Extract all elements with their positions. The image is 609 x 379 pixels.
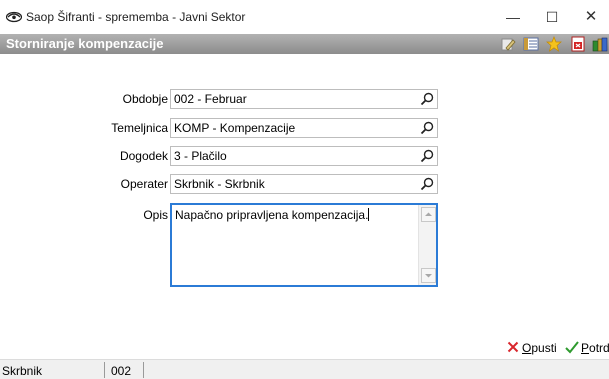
temeljnica-label: Temeljnica [111,121,168,135]
confirm-label: Potrdi [581,341,609,355]
form-row-temeljnica: Temeljnica KOMP - Kompenzacije [0,118,609,138]
search-icon[interactable] [420,121,434,135]
scroll-down-arrow[interactable] [421,268,436,283]
form-row-operater: Operater Skrbnik - Skrbnik [0,174,609,194]
window-title: Saop Šifranti - sprememba - Javni Sektor [26,10,246,24]
maximize-button[interactable]: ☐ [537,6,567,28]
search-icon[interactable] [420,149,434,163]
scroll-up-arrow[interactable] [421,207,436,222]
close-button[interactable]: ✕ [576,6,606,28]
obdobje-value: 002 - Februar [174,92,247,106]
eye-logo-icon [6,11,22,23]
search-icon[interactable] [420,92,434,106]
status-divider [104,362,105,378]
obdobje-field[interactable]: 002 - Februar [170,89,438,109]
status-divider [143,362,144,378]
dogodek-label: Dogodek [119,149,168,163]
chevron-down-icon [425,274,432,278]
cross-icon [507,341,519,353]
opis-scrollbar[interactable] [418,205,436,285]
minimize-button[interactable]: — [498,6,528,28]
form-row-obdobje: Obdobje 002 - Februar [0,89,609,109]
text-caret [368,208,370,221]
cancel-label: Opusti [522,341,557,355]
checkmark-icon [565,341,579,354]
chevron-up-icon [425,212,432,216]
form-row-dogodek: Dogodek 3 - Plačilo [0,146,609,166]
status-bar: Skrbnik 002 [0,359,609,379]
dogodek-value: 3 - Plačilo [174,149,227,163]
temeljnica-value: KOMP - Kompenzacije [174,121,296,135]
form-title: Storniranje kompenzacije [6,36,164,51]
opis-value: Napačno pripravljena kompenzacija. [175,208,370,222]
operater-label: Operater [120,177,168,191]
opis-textarea[interactable]: Napačno pripravljena kompenzacija. [170,203,438,287]
operater-value: Skrbnik - Skrbnik [174,177,265,191]
pdf-icon[interactable] [570,36,586,52]
star-icon[interactable] [546,36,562,52]
status-user: Skrbnik [2,364,43,378]
dogodek-field[interactable]: 3 - Plačilo [170,146,438,166]
temeljnica-field[interactable]: KOMP - Kompenzacije [170,118,438,138]
status-period: 002 [111,364,132,378]
obdobje-label: Obdobje [122,92,168,106]
window-titlebar: Saop Šifranti - sprememba - Javni Sektor… [0,0,609,34]
operater-field[interactable]: Skrbnik - Skrbnik [170,174,438,194]
books-icon[interactable] [592,36,608,52]
columns-icon[interactable] [523,36,539,52]
opis-label: Opis [143,208,168,222]
form-header-bar: Storniranje kompenzacije [0,34,609,54]
search-icon[interactable] [420,177,434,191]
edit-note-icon[interactable] [500,36,516,52]
